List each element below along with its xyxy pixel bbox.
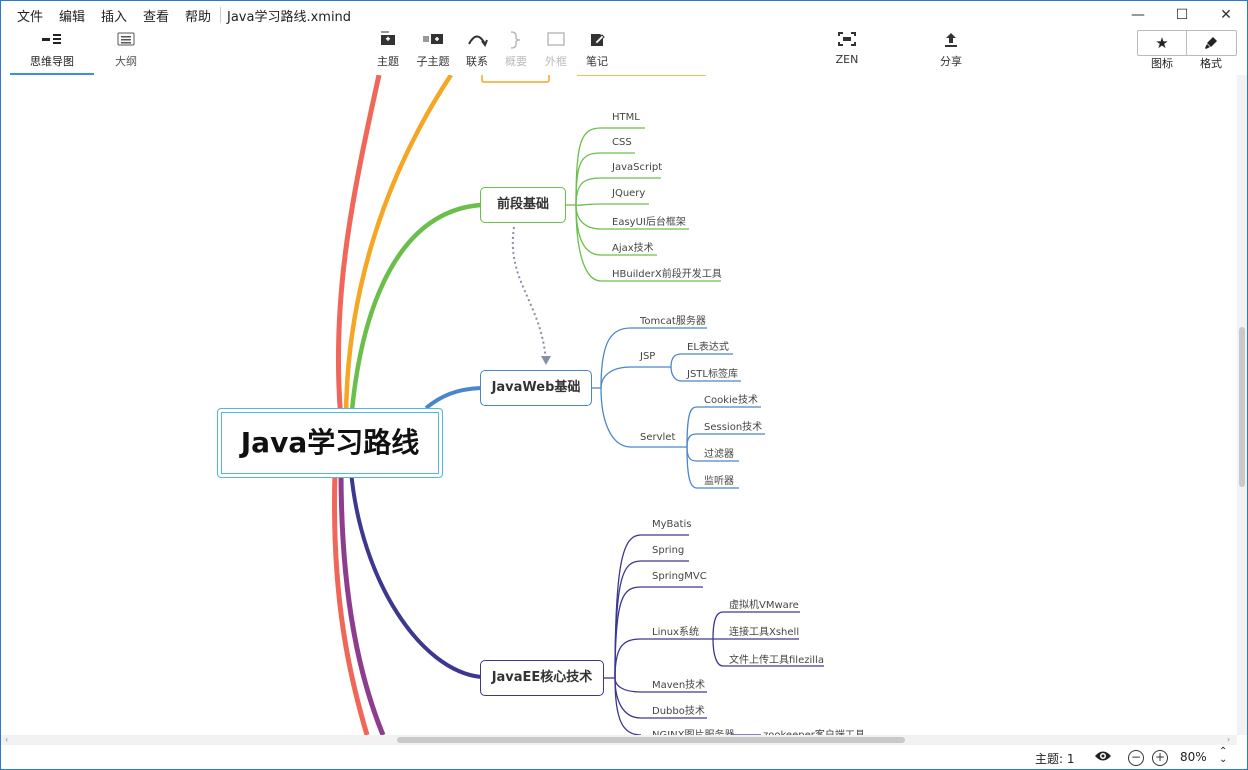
javaweb-item-tomcat[interactable]: Tomcat服务器 [640, 312, 706, 327]
branch-lines [332, 75, 824, 735]
vertical-scrollbar[interactable] [1237, 75, 1247, 735]
linux-item[interactable]: 虚拟机VMware [729, 596, 799, 611]
frontend-item[interactable]: HTML [612, 112, 640, 123]
mindmap-icon [10, 31, 94, 53]
zoom-in-button[interactable]: + [1152, 750, 1168, 766]
zen-icon [822, 31, 872, 53]
format-panel-label[interactable]: 格式 [1200, 55, 1222, 71]
document-title: Java学习路线.xmind [227, 10, 352, 25]
scroll-right-icon[interactable]: › [1227, 735, 1230, 744]
topic-label: 主题 [377, 55, 399, 68]
menu-help[interactable]: 帮助 [185, 6, 211, 25]
brush-icon[interactable] [1187, 31, 1235, 55]
frontend-item[interactable]: EasyUI后台框架 [612, 213, 686, 228]
javaee-item[interactable]: Dubbo技术 [652, 702, 705, 717]
maximize-button[interactable]: ☐ [1167, 4, 1197, 26]
share-label: 分享 [940, 55, 962, 68]
topic-count: 主题: 1 [1035, 752, 1075, 766]
menu-bar: 文件 编辑 插入 查看 帮助 Java学习路线.xmind — ☐ ✕ [1, 1, 1247, 29]
linux-item[interactable]: 连接工具Xshell [729, 623, 799, 638]
linux-item[interactable]: 文件上传工具filezilla [729, 651, 824, 666]
tab-mindmap[interactable]: 思维导图 [10, 31, 94, 75]
minimize-button[interactable]: — [1123, 4, 1153, 26]
javaee-item[interactable]: SpringMVC [652, 571, 707, 582]
javaee-item[interactable]: Maven技术 [652, 676, 705, 691]
zoom-out-button[interactable]: − [1128, 750, 1144, 766]
zoom-level[interactable]: 80% [1180, 750, 1207, 764]
central-topic[interactable]: Java学习路线 [217, 408, 443, 478]
topic-button[interactable]: 主题 [363, 31, 413, 71]
star-icon[interactable]: ★ [1138, 31, 1186, 55]
javaweb-item-servlet[interactable]: Servlet [640, 432, 675, 443]
mindmap-canvas[interactable]: 前段基础 JavaWeb基础 JavaEE核心技术 Java学习路线 HTML … [1, 75, 1237, 735]
topic-javaee[interactable]: JavaEE核心技术 [480, 660, 604, 696]
tab-outline[interactable]: 大纲 [84, 31, 168, 73]
tab-mindmap-label: 思维导图 [30, 55, 74, 68]
menu-divider [220, 7, 221, 23]
eye-icon[interactable] [1094, 749, 1112, 766]
menu-insert[interactable]: 插入 [101, 6, 127, 25]
jsp-item[interactable]: JSTL标签库 [687, 365, 738, 380]
horizontal-scroll-thumb[interactable] [397, 737, 905, 743]
vertical-scroll-thumb[interactable] [1239, 327, 1245, 487]
jsp-item[interactable]: EL表达式 [687, 338, 729, 353]
menu-file[interactable]: 文件 [17, 6, 43, 25]
zen-label: ZEN [835, 53, 859, 66]
servlet-item[interactable]: 监听器 [704, 472, 734, 487]
topic-javaweb[interactable]: JavaWeb基础 [480, 370, 592, 406]
tab-outline-label: 大纲 [115, 55, 137, 68]
servlet-item[interactable]: Session技术 [704, 418, 762, 433]
icon-panel-label[interactable]: 图标 [1151, 55, 1173, 71]
notes-button[interactable]: 笔记 [572, 31, 622, 71]
panel-toggle-group: ★ [1137, 30, 1237, 56]
frontend-item[interactable]: Ajax技术 [612, 239, 654, 254]
zoom-stepper-icon[interactable]: ⌃ ⌄ [1219, 747, 1227, 765]
topic-icon [363, 31, 413, 53]
javaweb-item-jsp[interactable]: JSP [640, 351, 655, 362]
javaee-item[interactable]: Spring [652, 545, 684, 556]
subtopic-label: 子主题 [416, 55, 450, 68]
javaee-item[interactable]: MyBatis [652, 519, 691, 530]
javaee-extra-item[interactable]: zookeeper客户端工具 [763, 726, 865, 735]
horizontal-scrollbar[interactable]: ‹ › [1, 735, 1237, 745]
frontend-item[interactable]: JQuery [612, 188, 645, 199]
toolbar: 思维导图 大纲 主题 子主题 联系 概要 外框 笔记 ZEN 分享 ★ 图标 格… [1, 29, 1247, 76]
notes-icon [572, 31, 622, 53]
subtopic-button[interactable]: 子主题 [408, 31, 458, 71]
outline-icon [84, 31, 168, 53]
close-button[interactable]: ✕ [1211, 4, 1241, 26]
notes-label: 笔记 [586, 55, 608, 68]
topic-frontend[interactable]: 前段基础 [480, 187, 566, 223]
status-bar: 主题: 1 − + 80% ⌃ ⌄ [1, 745, 1247, 769]
zen-button[interactable]: ZEN [822, 31, 872, 71]
share-icon [926, 31, 976, 53]
scroll-left-icon[interactable]: ‹ [5, 735, 8, 744]
frontend-item[interactable]: CSS [612, 137, 632, 148]
javaee-item[interactable]: Linux系统 [652, 623, 699, 638]
frontend-item[interactable]: JavaScript [612, 162, 662, 173]
servlet-item[interactable]: Cookie技术 [704, 391, 758, 406]
share-button[interactable]: 分享 [926, 31, 976, 71]
menu-edit[interactable]: 编辑 [59, 6, 85, 25]
central-topic-label: Java学习路线 [240, 426, 420, 459]
servlet-item[interactable]: 过滤器 [704, 445, 734, 460]
subtopic-icon [408, 31, 458, 53]
app-window: 文件 编辑 插入 查看 帮助 Java学习路线.xmind — ☐ ✕ 思维导图… [0, 0, 1248, 770]
frontend-item[interactable]: HBuilderX前段开发工具 [612, 265, 722, 280]
menu-view[interactable]: 查看 [143, 6, 169, 25]
javaee-item[interactable]: NGINX图片服务器 [652, 726, 735, 735]
